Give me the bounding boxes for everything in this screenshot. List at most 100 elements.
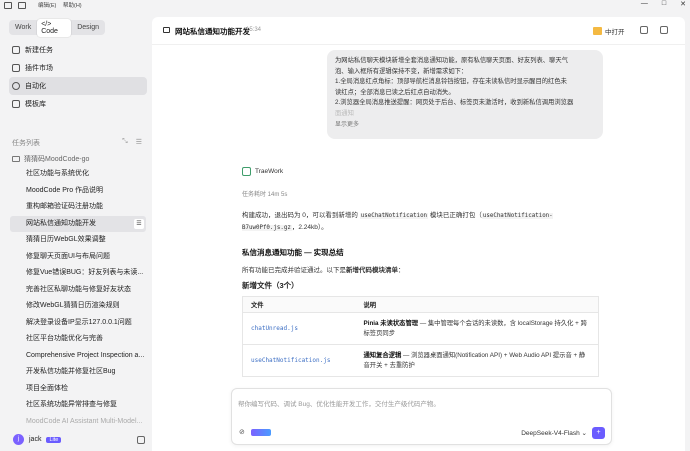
files-table: 文件 说明 chatUnread.js Pinia 未读状态管理 — 集中管理每…: [242, 296, 599, 377]
task-item[interactable]: 解决登录设备IP显示127.0.0.1问题: [10, 315, 146, 332]
task-item-active[interactable]: 网站私信通知功能开发 ☰: [10, 215, 146, 232]
main-panel: 网站私信通知功能开发 15:34 中打开 为网站私信聊天模块新增全套消息通知功能…: [152, 17, 685, 451]
build-result: 构建成功，退出码为 0，可以看到新增的 useChatNotification …: [242, 210, 602, 234]
summary-heading: 私信消息通知功能 — 实现总结: [242, 248, 344, 257]
task-list-header: 任务列表 ⤡ ☰: [12, 138, 142, 148]
column-header: 说明: [355, 296, 599, 313]
nav-automation[interactable]: 自动化: [9, 77, 147, 95]
collapse-icon[interactable]: ⤡: [122, 138, 128, 148]
split-icon[interactable]: [660, 26, 668, 34]
open-in-button[interactable]: 中打开: [593, 24, 625, 37]
task-item[interactable]: MoodCode AI Assistant Multi-Model...: [10, 414, 146, 431]
task-options-icon[interactable]: ☰: [134, 218, 144, 229]
task-item[interactable]: 修复Vue错误BUG：好友列表与未读...: [10, 265, 146, 282]
mode-code[interactable]: </> Code: [37, 18, 72, 37]
window-controls: — □ ✕: [641, 0, 686, 8]
task-duration[interactable]: 任务耗时 14m 5s: [242, 189, 287, 198]
menu-edit[interactable]: 编辑(E): [38, 1, 56, 9]
task-item[interactable]: 项目全面体检: [10, 381, 146, 398]
user-profile[interactable]: j jack Lite: [13, 434, 62, 445]
task-item[interactable]: Comprehensive Project Inspection a...: [10, 348, 146, 365]
task-list: 社区功能与系统优化 MoodCode Pro 作品说明 重构邮箱验证码注册功能 …: [10, 166, 146, 430]
maximize-icon[interactable]: □: [662, 0, 666, 8]
send-button[interactable]: +: [592, 427, 605, 439]
mode-switcher: Work </> Code Design: [9, 18, 105, 37]
bold-text: 新增代码模块清单: [346, 267, 398, 274]
new-task-icon: [12, 46, 20, 54]
file-description: 通知复合逻辑 — 浏览器桌面通知(Notification API) + Web…: [355, 344, 599, 377]
table-row: chatUnread.js Pinia 未读状态管理 — 集中管理每个会话的未读…: [242, 312, 599, 345]
nav-label: 模板库: [25, 101, 46, 108]
composer-tools: ⊘: [239, 428, 271, 436]
settings-icon[interactable]: [137, 436, 145, 444]
nav-plugin-market[interactable]: 插件市场: [9, 59, 147, 77]
nav-templates[interactable]: 模板库: [9, 95, 147, 113]
open-label: 中打开: [605, 28, 625, 36]
sidebar: Work </> Code Design 新建任务 插件市场 自动化 模板库 任…: [0, 11, 152, 451]
chat-header: 网站私信通知功能开发 15:34 中打开: [152, 17, 685, 45]
task-item[interactable]: 修复聊天页面UI与布局问题: [10, 249, 146, 266]
message-line: 1.全局消息红点角标：顶部导航栏消息铃铛按钮，存在未读私信时显示醒目的红色未: [335, 78, 567, 85]
task-item[interactable]: 社区平台功能优化与完善: [10, 331, 146, 348]
inline-code: useChatNotification: [359, 213, 429, 219]
bold-text: 通知复合逻辑: [363, 352, 402, 359]
bold-text: Pinia 未读状态管理: [363, 320, 419, 327]
nav-label: 自动化: [25, 83, 46, 90]
composer-input[interactable]: 帮你编写代码、调试 Bug、优化性能开发工作，交付生产级代码产物。: [238, 398, 440, 408]
message-line: 为网站私信聊天模块新增全套消息通知功能，原有私信聊天页面、好友列表、聊天气: [335, 57, 568, 64]
folder-open-icon: [593, 26, 602, 35]
project-folder[interactable]: 猜猜码MoodCode-go: [12, 154, 89, 164]
mode-work[interactable]: Work: [11, 22, 35, 33]
text: 构建成功，退出码为 0，可以看到新增的: [242, 212, 358, 219]
chat-icon: [163, 27, 170, 33]
tools-icon[interactable]: [250, 428, 271, 436]
close-icon[interactable]: ✕: [680, 0, 686, 8]
minimize-icon[interactable]: —: [641, 0, 648, 8]
task-item[interactable]: MoodCode Pro 作品说明: [10, 183, 146, 200]
mode-design[interactable]: Design: [73, 22, 103, 33]
layout-icon[interactable]: [18, 2, 26, 9]
task-item[interactable]: 完善社区私聊功能与修复好友状态: [10, 282, 146, 299]
message-line: 面通知: [335, 109, 354, 117]
summary-description: 所有功能已完成并验证通过。以下是新增代码模块清单：: [242, 264, 405, 274]
grid-icon: [12, 64, 20, 72]
menu-help[interactable]: 帮助(H): [63, 1, 82, 9]
message-line: 读红点；全部消息已读之后红点自动消失。: [335, 88, 455, 96]
user-message: 为网站私信聊天模块新增全套消息通知功能，原有私信聊天页面、好友列表、聊天气 泡、…: [327, 50, 603, 139]
plan-badge: Lite: [46, 436, 62, 443]
column-header: 文件: [242, 296, 356, 313]
task-item[interactable]: 猜猜日历WebGL效果调整: [10, 232, 146, 249]
show-more-link[interactable]: 显示更多: [335, 120, 595, 131]
page-title: 网站私信通知功能开发: [175, 27, 250, 36]
task-item[interactable]: 社区系统功能异常排查与修复: [10, 397, 146, 414]
table-row: useChatNotification.js 通知复合逻辑 — 浏览器桌面通知(…: [242, 344, 599, 377]
clock-icon: [12, 82, 20, 90]
task-item[interactable]: 重构邮箱验证码注册功能: [10, 199, 146, 216]
trae-logo-icon: [242, 167, 251, 176]
file-link[interactable]: useChatNotification.js: [242, 344, 356, 377]
folder-icon: [12, 156, 20, 162]
section-label: 任务列表: [12, 140, 40, 147]
new-files-heading: 新增文件（3个）: [242, 281, 299, 290]
nav-new-task[interactable]: 新建任务: [9, 41, 147, 59]
template-icon: [12, 100, 20, 108]
avatar: j: [13, 434, 24, 445]
file-description: Pinia 未读状态管理 — 集中管理每个会话的未读数，含 localStora…: [355, 312, 599, 345]
task-item[interactable]: 社区功能与系统优化: [10, 166, 146, 183]
task-label: 网站私信通知功能开发: [26, 219, 96, 227]
text: 所有功能已完成并验证通过。以下是: [242, 267, 346, 274]
task-item[interactable]: 修改WebGL猜猜日历渲染规则: [10, 298, 146, 315]
user-name: jack: [29, 436, 42, 443]
message-line: 2.浏览器全局消息推送提醒：网页处于后台、标签页未激活时，收到新私信调用浏览器: [335, 99, 574, 106]
sidebar-toggle-icon[interactable]: [4, 2, 12, 9]
model-selector[interactable]: DeepSeek-V4-Flash ⌄: [521, 429, 587, 437]
attach-icon[interactable]: ⊘: [239, 428, 245, 436]
filter-icon[interactable]: ☰: [136, 138, 142, 148]
file-link[interactable]: chatUnread.js: [242, 312, 356, 345]
message-composer[interactable]: 帮你编写代码、调试 Bug、优化性能开发工作，交付生产级代码产物。 ⊘ Deep…: [231, 388, 612, 445]
task-item[interactable]: 开发私信功能并修复社区Bug: [10, 364, 146, 381]
panel-icon[interactable]: [640, 26, 648, 34]
text: ：: [398, 267, 405, 274]
agent-name: TraeWork: [255, 168, 284, 175]
chat-time: 15:34: [246, 27, 262, 33]
